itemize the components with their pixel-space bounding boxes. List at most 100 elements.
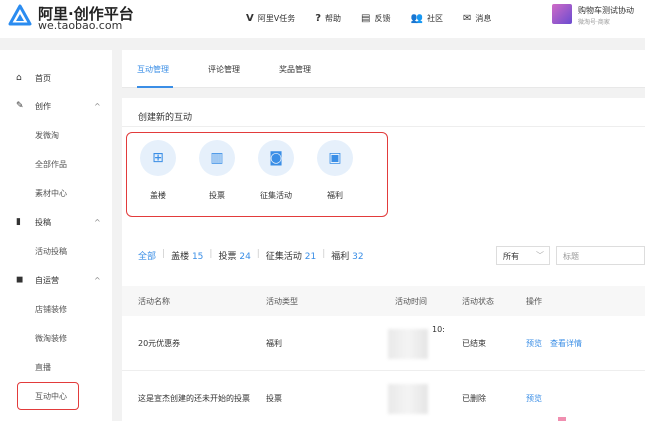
- view-details-link[interactable]: 查看详情: [550, 338, 582, 349]
- create-item-label: 征集活动: [260, 191, 292, 200]
- nav-item-help[interactable]: ? 帮助: [315, 13, 341, 24]
- create-welfare-button[interactable]: ▣ 福利: [315, 140, 355, 201]
- chevron-up-icon: ^: [94, 217, 101, 227]
- filter-label: 全部: [138, 252, 157, 262]
- create-collection-button[interactable]: ◙ 征集活动: [256, 140, 296, 201]
- filter-building[interactable]: 盖楼 15: [171, 249, 203, 262]
- tab-interaction-management[interactable]: 互动管理: [137, 64, 169, 75]
- feedback-icon: ▤: [361, 12, 371, 24]
- create-item-label: 投票: [209, 191, 225, 200]
- create-vote-button[interactable]: ▥ 投票: [197, 140, 237, 201]
- sidebar-item-label: 微淘装修: [35, 333, 67, 343]
- filter-collection[interactable]: 征集活动 21: [266, 249, 316, 262]
- filter-label: 福利: [331, 252, 350, 262]
- filter-label: 投票: [218, 252, 237, 262]
- sidebar-item-submission[interactable]: ▮ 投稿 ^: [0, 208, 112, 236]
- column-header: 操作: [526, 297, 542, 306]
- nav-label: 帮助: [325, 13, 342, 23]
- filter-divider: |: [209, 249, 213, 259]
- sidebar-item-label: 发微淘: [35, 130, 59, 140]
- sidebar-item-post-weitao[interactable]: 发微淘: [0, 121, 112, 149]
- activity-time: 10:: [432, 325, 445, 334]
- sidebar-item-label: 直播: [35, 362, 51, 372]
- help-icon: ?: [315, 12, 322, 24]
- doc-icon: ▮: [16, 217, 21, 227]
- filter-welfare[interactable]: 福利 32: [331, 249, 363, 262]
- header-divider: [0, 38, 645, 50]
- activity-type: 福利: [266, 339, 282, 348]
- create-building-button[interactable]: ⊞ 盖楼: [138, 140, 178, 201]
- gutter: [112, 50, 122, 421]
- filter-label: 盖楼: [171, 252, 190, 262]
- building-icon: ⊞: [140, 140, 176, 176]
- select-value: 所有: [503, 252, 519, 261]
- column-header: 活动名称: [138, 297, 170, 306]
- table-row: 这是宣杰创建的还未开始的投票 投票 已删除 预览: [122, 371, 645, 421]
- nav-item-feedback[interactable]: ▤ 反馈: [361, 13, 390, 24]
- preview-link[interactable]: 预览: [526, 338, 542, 349]
- nav-label: 消息: [475, 13, 492, 23]
- nav-item-v-task[interactable]: V 阿里V任务: [246, 13, 295, 24]
- column-header: 活动类型: [266, 297, 298, 306]
- filter-count: 21: [304, 252, 317, 262]
- redacted-time: [388, 329, 428, 359]
- filter-count: 15: [191, 252, 204, 262]
- sidebar: ⌂ 首页 ✎ 创作 ^ 发微淘 全部作品 素材中心 ▮ 投稿 ^ 活动投稿 ◼ …: [0, 50, 112, 421]
- highlight-box: [17, 382, 79, 410]
- sidebar-item-label: 活动投稿: [35, 246, 67, 256]
- filter-tabs: 全部 | 盖楼 15 | 投票 24 | 征集活动 21 | 福利 32: [138, 249, 370, 262]
- filter-label: 征集活动: [265, 252, 302, 262]
- filter-count: 24: [239, 252, 251, 262]
- column-header: 活动时间: [395, 297, 427, 306]
- active-tab-indicator: [137, 86, 173, 88]
- activity-status: 已结束: [462, 339, 486, 348]
- filter-all[interactable]: 全部: [138, 249, 156, 262]
- activity-name: 这是宣杰创建的还未开始的投票: [138, 394, 250, 403]
- sidebar-item-shop-decoration[interactable]: 店铺装修: [0, 295, 112, 323]
- bar-chart-icon: ▥: [199, 140, 235, 176]
- tab-comment-management[interactable]: 评论管理: [208, 64, 240, 75]
- create-item-label: 福利: [327, 191, 343, 200]
- chevron-down-icon: ﹀: [536, 251, 544, 260]
- mail-icon: ✉: [462, 12, 472, 24]
- tab-prize-management[interactable]: 奖品管理: [279, 64, 311, 75]
- brand-url: we.taobao.com: [38, 19, 123, 32]
- sidebar-item-create[interactable]: ✎ 创作 ^: [0, 92, 112, 120]
- column-header: 活动状态: [462, 297, 494, 306]
- top-nav: V 阿里V任务 ? 帮助 ▤ 反馈 👥 社区 ✉ 消息: [246, 11, 511, 25]
- nav-item-messages[interactable]: ✉ 消息: [463, 13, 491, 24]
- logo-icon[interactable]: [8, 4, 32, 28]
- filter-vote[interactable]: 投票 24: [218, 249, 250, 262]
- box-icon: ◼: [16, 275, 24, 285]
- sidebar-item-live[interactable]: 直播: [0, 353, 112, 381]
- sidebar-item-self-operation[interactable]: ◼ 自运营 ^: [0, 266, 112, 294]
- preview-link[interactable]: 预览: [526, 393, 542, 404]
- chevron-up-icon: ^: [94, 275, 101, 285]
- sidebar-item-label: 创作: [35, 101, 51, 111]
- sidebar-item-activity-submission[interactable]: 活动投稿: [0, 237, 112, 265]
- title-search-input[interactable]: 标题: [556, 246, 645, 265]
- status-select[interactable]: 所有 ﹀: [496, 246, 550, 265]
- sidebar-item-all-works[interactable]: 全部作品: [0, 150, 112, 178]
- nav-item-community[interactable]: 👥 社区: [411, 13, 443, 24]
- sidebar-item-materials[interactable]: 素材中心: [0, 179, 112, 207]
- table-row: 20元优惠券 福利 10: 已结束 预览 查看详情: [122, 316, 645, 371]
- filter-divider: |: [256, 249, 260, 259]
- sidebar-item-label: 自运营: [35, 275, 59, 285]
- create-item-label: 盖楼: [150, 191, 166, 200]
- avatar[interactable]: [552, 4, 572, 24]
- user-name: 购物车测试协动: [578, 6, 634, 15]
- sidebar-item-label: 素材中心: [35, 188, 67, 198]
- nav-label: 阿里V任务: [257, 13, 296, 23]
- create-title: 创建新的互动: [138, 113, 193, 123]
- sidebar-item-weitao-decoration[interactable]: 微淘装修: [0, 324, 112, 352]
- chevron-up-icon: ^: [94, 101, 101, 111]
- table-header: 活动名称 活动类型 活动时间 活动状态 操作: [122, 286, 645, 316]
- sidebar-item-label: 投稿: [35, 217, 51, 227]
- main-content: 互动管理 评论管理 奖品管理 创建新的互动 ⊞ 盖楼 ▥ 投票 ◙ 征集活动 ▣…: [122, 50, 645, 421]
- tab-bar: 互动管理 评论管理 奖品管理: [122, 50, 645, 88]
- home-icon: ⌂: [16, 73, 22, 83]
- redacted-time: [388, 384, 428, 414]
- sidebar-item-home[interactable]: ⌂ 首页: [0, 64, 112, 92]
- nav-label: 反馈: [374, 13, 391, 23]
